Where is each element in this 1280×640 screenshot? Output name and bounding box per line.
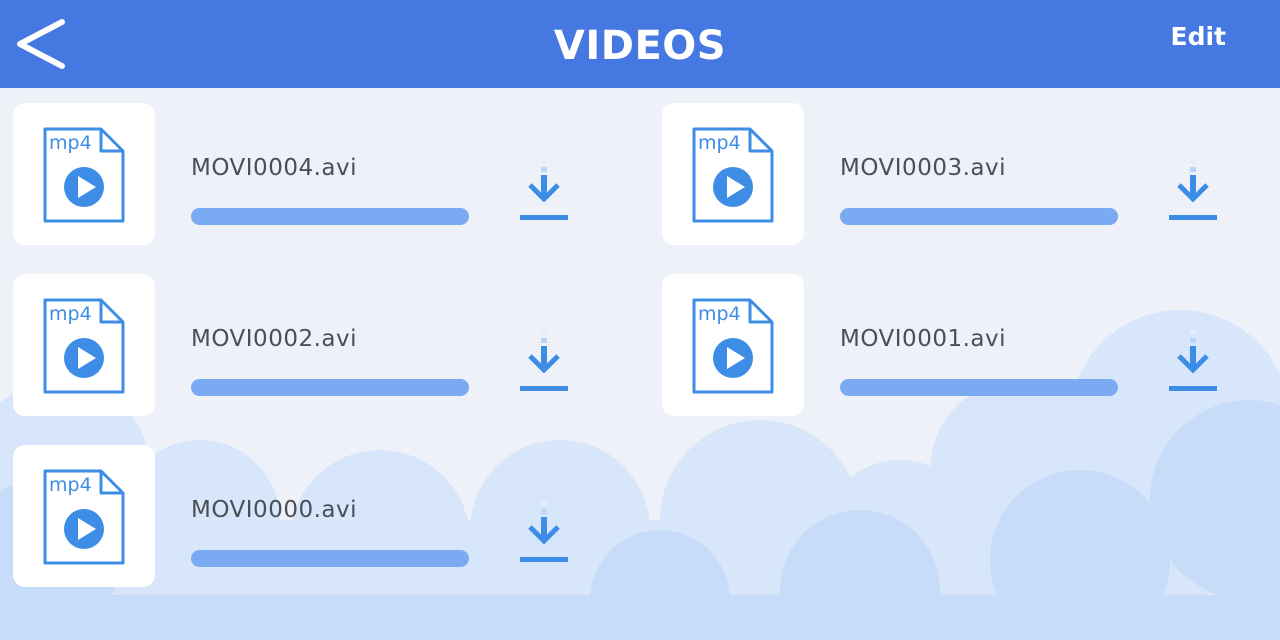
edit-button[interactable]: Edit	[1171, 22, 1227, 51]
page-title: VIDEOS	[553, 23, 727, 69]
download-progress-bar	[191, 379, 469, 396]
video-thumbnail[interactable]: mp4	[13, 274, 155, 416]
video-item[interactable]: mp4 MOVI0002.avi	[13, 274, 613, 418]
video-thumbnail[interactable]: mp4	[662, 103, 804, 245]
video-list: mp4 MOVI0004.avi mp4 MOVI0003.avi mp4 MO…	[0, 0, 1280, 640]
mp4-file-icon: mp4	[692, 127, 774, 223]
video-thumbnail[interactable]: mp4	[13, 103, 155, 245]
download-progress-bar	[191, 208, 469, 225]
file-badge: mp4	[698, 132, 741, 154]
video-filename: MOVI0004.avi	[191, 155, 358, 181]
video-item[interactable]: mp4 MOVI0000.avi	[13, 445, 613, 589]
video-item[interactable]: mp4 MOVI0001.avi	[662, 274, 1262, 418]
back-arrow-icon[interactable]	[10, 14, 74, 74]
download-progress-bar	[840, 208, 1118, 225]
download-progress-bar	[840, 379, 1118, 396]
download-icon[interactable]	[1165, 151, 1221, 223]
video-item[interactable]: mp4 MOVI0004.avi	[13, 103, 613, 247]
video-filename: MOVI0001.avi	[840, 326, 1007, 352]
mp4-file-icon: mp4	[43, 298, 125, 394]
video-item[interactable]: mp4 MOVI0003.avi	[662, 103, 1262, 247]
file-badge: mp4	[49, 474, 92, 496]
download-icon[interactable]	[516, 493, 572, 565]
download-icon[interactable]	[1165, 322, 1221, 394]
mp4-file-icon: mp4	[43, 127, 125, 223]
download-icon[interactable]	[516, 322, 572, 394]
video-filename: MOVI0000.avi	[191, 497, 358, 523]
video-filename: MOVI0002.avi	[191, 326, 358, 352]
mp4-file-icon: mp4	[692, 298, 774, 394]
video-filename: MOVI0003.avi	[840, 155, 1007, 181]
download-icon[interactable]	[516, 151, 572, 223]
file-badge: mp4	[698, 303, 741, 325]
mp4-file-icon: mp4	[43, 469, 125, 565]
file-badge: mp4	[49, 303, 92, 325]
video-thumbnail[interactable]: mp4	[13, 445, 155, 587]
file-badge: mp4	[49, 132, 92, 154]
video-thumbnail[interactable]: mp4	[662, 274, 804, 416]
download-progress-bar	[191, 550, 469, 567]
app-header: VIDEOS Edit	[0, 0, 1280, 88]
